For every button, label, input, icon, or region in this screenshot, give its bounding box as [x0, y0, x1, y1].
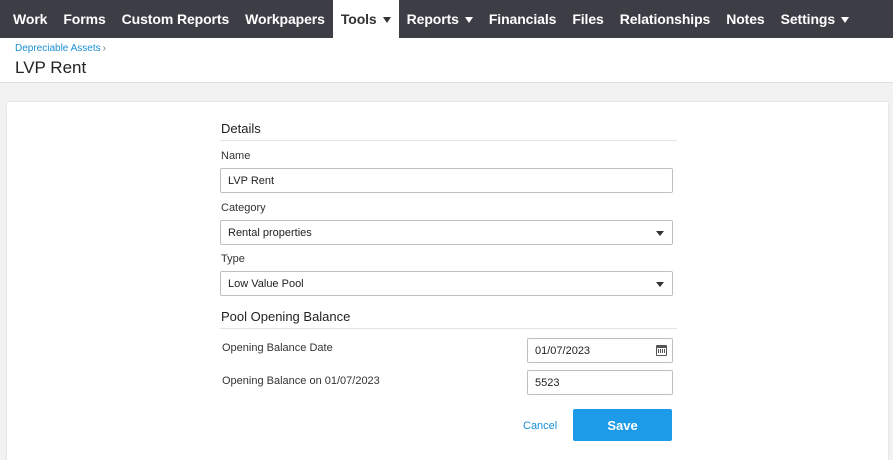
nav-item-work[interactable]: Work	[0, 0, 55, 38]
chevron-down-icon	[656, 231, 664, 236]
nav-item-label: Settings	[780, 11, 836, 27]
caret-down-icon	[464, 16, 473, 23]
name-label: Name	[221, 150, 251, 162]
opening-balance-date-value: 01/07/2023	[535, 344, 591, 357]
save-button[interactable]: Save	[573, 409, 672, 441]
name-value: LVP Rent	[228, 174, 275, 187]
category-label: Category	[221, 202, 266, 214]
nav-item-label: Financials	[488, 11, 557, 27]
pool-divider	[220, 328, 677, 329]
name-field[interactable]: LVP Rent	[220, 168, 673, 193]
details-heading: Details	[221, 121, 261, 136]
nav-item-files[interactable]: Files	[564, 0, 611, 38]
nav-item-relationships[interactable]: Relationships	[612, 0, 719, 38]
opening-balance-date-label: Opening Balance Date	[222, 342, 333, 354]
calendar-icon[interactable]	[656, 345, 667, 356]
top-navigation: Work Forms Custom Reports Workpapers Too…	[0, 0, 893, 38]
nav-item-workpapers[interactable]: Workpapers	[237, 0, 333, 38]
nav-item-label: Tools	[340, 11, 377, 27]
cancel-link[interactable]: Cancel	[523, 420, 557, 432]
opening-balance-label: Opening Balance on 01/07/2023	[222, 375, 380, 387]
nav-item-reports[interactable]: Reports	[399, 0, 481, 38]
nav-item-label: Forms	[63, 11, 106, 27]
opening-balance-field[interactable]: 5523	[527, 370, 673, 395]
type-select[interactable]: Low Value Pool	[220, 271, 673, 296]
nav-item-settings[interactable]: Settings	[773, 0, 857, 38]
chevron-down-icon	[656, 282, 664, 287]
caret-down-icon	[382, 16, 391, 23]
details-divider	[220, 140, 677, 141]
nav-item-label: Relationships	[619, 11, 711, 27]
nav-item-label: Reports	[406, 11, 459, 27]
nav-item-notes[interactable]: Notes	[718, 0, 772, 38]
caret-down-icon	[841, 16, 850, 23]
opening-balance-value: 5523	[535, 376, 560, 389]
nav-item-label: Notes	[726, 11, 765, 27]
opening-balance-date-field[interactable]: 01/07/2023	[527, 338, 673, 363]
page-title: LVP Rent	[15, 58, 87, 77]
nav-item-label: Work	[13, 11, 48, 27]
category-select[interactable]: Rental properties	[220, 220, 673, 245]
breadcrumb-link-depreciable-assets[interactable]: Depreciable Assets	[15, 43, 101, 54]
page-header: Depreciable Assets › LVP Rent	[0, 38, 893, 83]
breadcrumb-separator: ›	[102, 43, 106, 54]
type-label: Type	[221, 253, 245, 265]
category-value: Rental properties	[228, 226, 312, 239]
nav-item-label: Custom Reports	[121, 11, 230, 27]
breadcrumb: Depreciable Assets ›	[15, 43, 106, 54]
nav-item-label: Files	[572, 11, 604, 27]
type-value: Low Value Pool	[228, 277, 304, 290]
nav-item-financials[interactable]: Financials	[481, 0, 564, 38]
nav-item-tools[interactable]: Tools	[332, 0, 399, 38]
pool-opening-balance-heading: Pool Opening Balance	[221, 309, 351, 324]
nav-item-custom-reports[interactable]: Custom Reports	[114, 0, 238, 38]
nav-item-label: Workpapers	[245, 11, 325, 27]
nav-item-forms[interactable]: Forms	[55, 0, 113, 38]
